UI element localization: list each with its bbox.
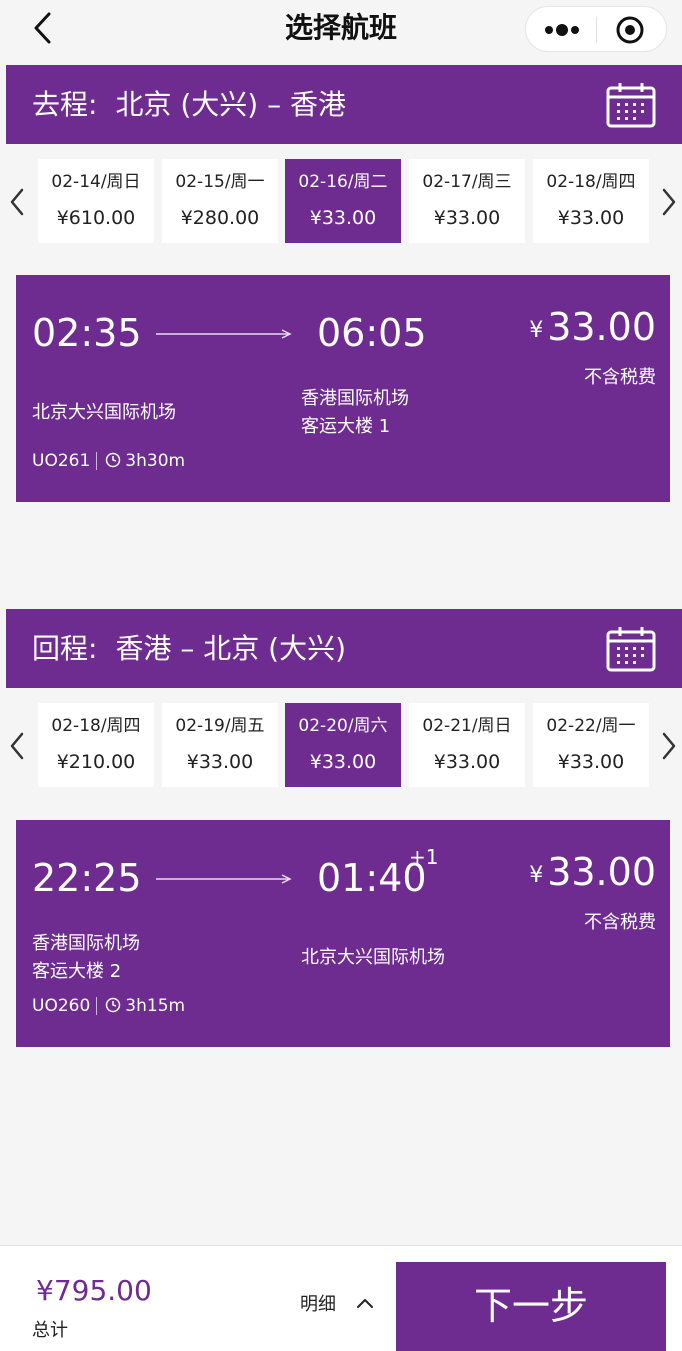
outbound-date-option[interactable]: 02-17/周三 ¥33.00 — [409, 159, 525, 243]
outbound-calendar-button[interactable] — [606, 82, 656, 128]
meta-divider — [96, 997, 98, 1015]
return-date-option[interactable]: 02-19/周五 ¥33.00 — [162, 703, 278, 787]
date-price: ¥33.00 — [309, 751, 377, 773]
clock-icon — [106, 997, 121, 1013]
clock-icon — [106, 452, 121, 468]
tax-note: 不含税费 — [584, 912, 656, 933]
date-label: 02-14/周日 — [51, 172, 141, 192]
flight-number: UO261 — [32, 451, 91, 471]
date-label: 02-18/周四 — [51, 716, 141, 736]
return-flight-card[interactable]: 22:25 01:40 +1 ¥33.00 不含税费 香港国际机场 客运大楼 2… — [16, 820, 670, 1047]
outbound-next-dates-button[interactable] — [656, 182, 680, 222]
chevron-up-icon — [356, 1299, 373, 1308]
date-price: ¥33.00 — [557, 207, 625, 229]
chevron-right-icon — [662, 732, 676, 760]
flight-meta: UO261 3h30m — [32, 451, 185, 471]
chevron-left-icon — [10, 732, 24, 760]
date-price: ¥610.00 — [56, 207, 136, 229]
currency-symbol: ¥ — [529, 318, 544, 343]
date-label: 02-22/周一 — [546, 716, 636, 736]
back-button[interactable] — [30, 10, 60, 46]
outbound-date-option[interactable]: 02-14/周日 ¥610.00 — [38, 159, 154, 243]
outbound-prefix: 去程: — [32, 88, 98, 121]
return-date-option[interactable]: 02-21/周日 ¥33.00 — [409, 703, 525, 787]
outbound-route: 北京 (大兴) – 香港 — [115, 88, 346, 121]
price-amount: 33.00 — [547, 850, 656, 894]
outbound-date-option[interactable]: 02-18/周四 ¥33.00 — [533, 159, 649, 243]
return-header: 回程: 香港 – 北京 (大兴) — [6, 609, 682, 688]
outbound-header: 去程: 北京 (大兴) – 香港 — [6, 65, 682, 144]
outbound-prev-dates-button[interactable] — [6, 182, 30, 222]
date-price: ¥210.00 — [56, 751, 136, 773]
date-price: ¥280.00 — [180, 207, 260, 229]
outbound-flight-card[interactable]: 02:35 06:05 ¥33.00 不含税费 北京大兴国际机场 香港国际机场 … — [16, 275, 670, 502]
currency-symbol: ¥ — [529, 863, 544, 888]
flight-meta: UO260 3h15m — [32, 996, 185, 1016]
date-label: 02-18/周四 — [546, 172, 636, 192]
departure-airport: 香港国际机场 — [32, 933, 140, 954]
return-calendar-button[interactable] — [606, 626, 656, 672]
outbound-route-title: 去程: 北京 (大兴) – 香港 — [32, 65, 346, 144]
departure-airport: 北京大兴国际机场 — [32, 402, 176, 423]
arrival-terminal: 客运大楼 1 — [301, 416, 391, 437]
total-price: ¥795.00 — [36, 1274, 152, 1307]
return-prev-dates-button[interactable] — [6, 726, 30, 766]
arrival-airport: 香港国际机场 — [301, 388, 409, 409]
date-price: ¥33.00 — [186, 751, 254, 773]
return-date-option[interactable]: 02-18/周四 ¥210.00 — [38, 703, 154, 787]
date-label: 02-19/周五 — [175, 716, 265, 736]
outbound-date-option[interactable]: 02-15/周一 ¥280.00 — [162, 159, 278, 243]
calendar-icon — [606, 627, 656, 672]
flight-price: ¥33.00 — [529, 850, 656, 894]
flight-duration: 3h15m — [125, 996, 186, 1016]
capsule-divider — [596, 17, 597, 43]
date-label: 02-16/周二 — [298, 172, 388, 192]
return-route-title: 回程: 香港 – 北京 (大兴) — [32, 609, 346, 688]
departure-time: 22:25 — [32, 856, 142, 900]
date-label: 02-15/周一 — [175, 172, 265, 192]
next-day-indicator: +1 — [409, 845, 439, 869]
total-label: 总计 — [32, 1320, 68, 1341]
tax-note: 不含税费 — [584, 367, 656, 388]
chevron-left-icon — [34, 12, 51, 44]
more-dots-icon — [545, 24, 579, 36]
flight-price: ¥33.00 — [529, 305, 656, 349]
detail-label: 明细 — [300, 1294, 336, 1315]
date-price: ¥33.00 — [433, 751, 501, 773]
return-prefix: 回程: — [32, 632, 98, 665]
more-options-button[interactable] — [540, 11, 600, 47]
return-next-dates-button[interactable] — [656, 726, 680, 766]
flight-duration: 3h30m — [125, 451, 186, 471]
price-amount: 33.00 — [547, 305, 656, 349]
meta-divider — [96, 452, 98, 470]
chevron-left-icon — [10, 188, 24, 216]
flight-number: UO260 — [32, 996, 91, 1016]
price-detail-button[interactable]: 明细 — [300, 1288, 390, 1322]
date-label: 02-17/周三 — [422, 172, 512, 192]
date-price: ¥33.00 — [309, 207, 377, 229]
date-label: 02-20/周六 — [298, 716, 388, 736]
date-price: ¥33.00 — [557, 751, 625, 773]
date-price: ¥33.00 — [433, 207, 501, 229]
date-label: 02-21/周日 — [422, 716, 512, 736]
return-date-option[interactable]: 02-22/周一 ¥33.00 — [533, 703, 649, 787]
bottom-bar: ¥795.00 总计 明细 下一步 — [0, 1245, 682, 1351]
calendar-icon — [606, 83, 656, 128]
target-close-icon — [616, 16, 644, 44]
return-route: 香港 – 北京 (大兴) — [115, 632, 346, 665]
close-mini-program-button[interactable] — [612, 12, 648, 48]
arrival-airport: 北京大兴国际机场 — [301, 947, 445, 968]
departure-time: 02:35 — [32, 311, 142, 355]
flight-arrow-icon — [156, 874, 292, 884]
arrival-time: 06:05 — [317, 311, 427, 355]
chevron-right-icon — [662, 188, 676, 216]
flight-arrow-icon — [156, 329, 292, 339]
departure-terminal: 客运大楼 2 — [32, 961, 122, 982]
next-step-button[interactable]: 下一步 — [396, 1262, 666, 1351]
return-date-option-selected[interactable]: 02-20/周六 ¥33.00 — [285, 703, 401, 787]
outbound-date-option-selected[interactable]: 02-16/周二 ¥33.00 — [285, 159, 401, 243]
mini-program-capsule — [525, 6, 667, 52]
